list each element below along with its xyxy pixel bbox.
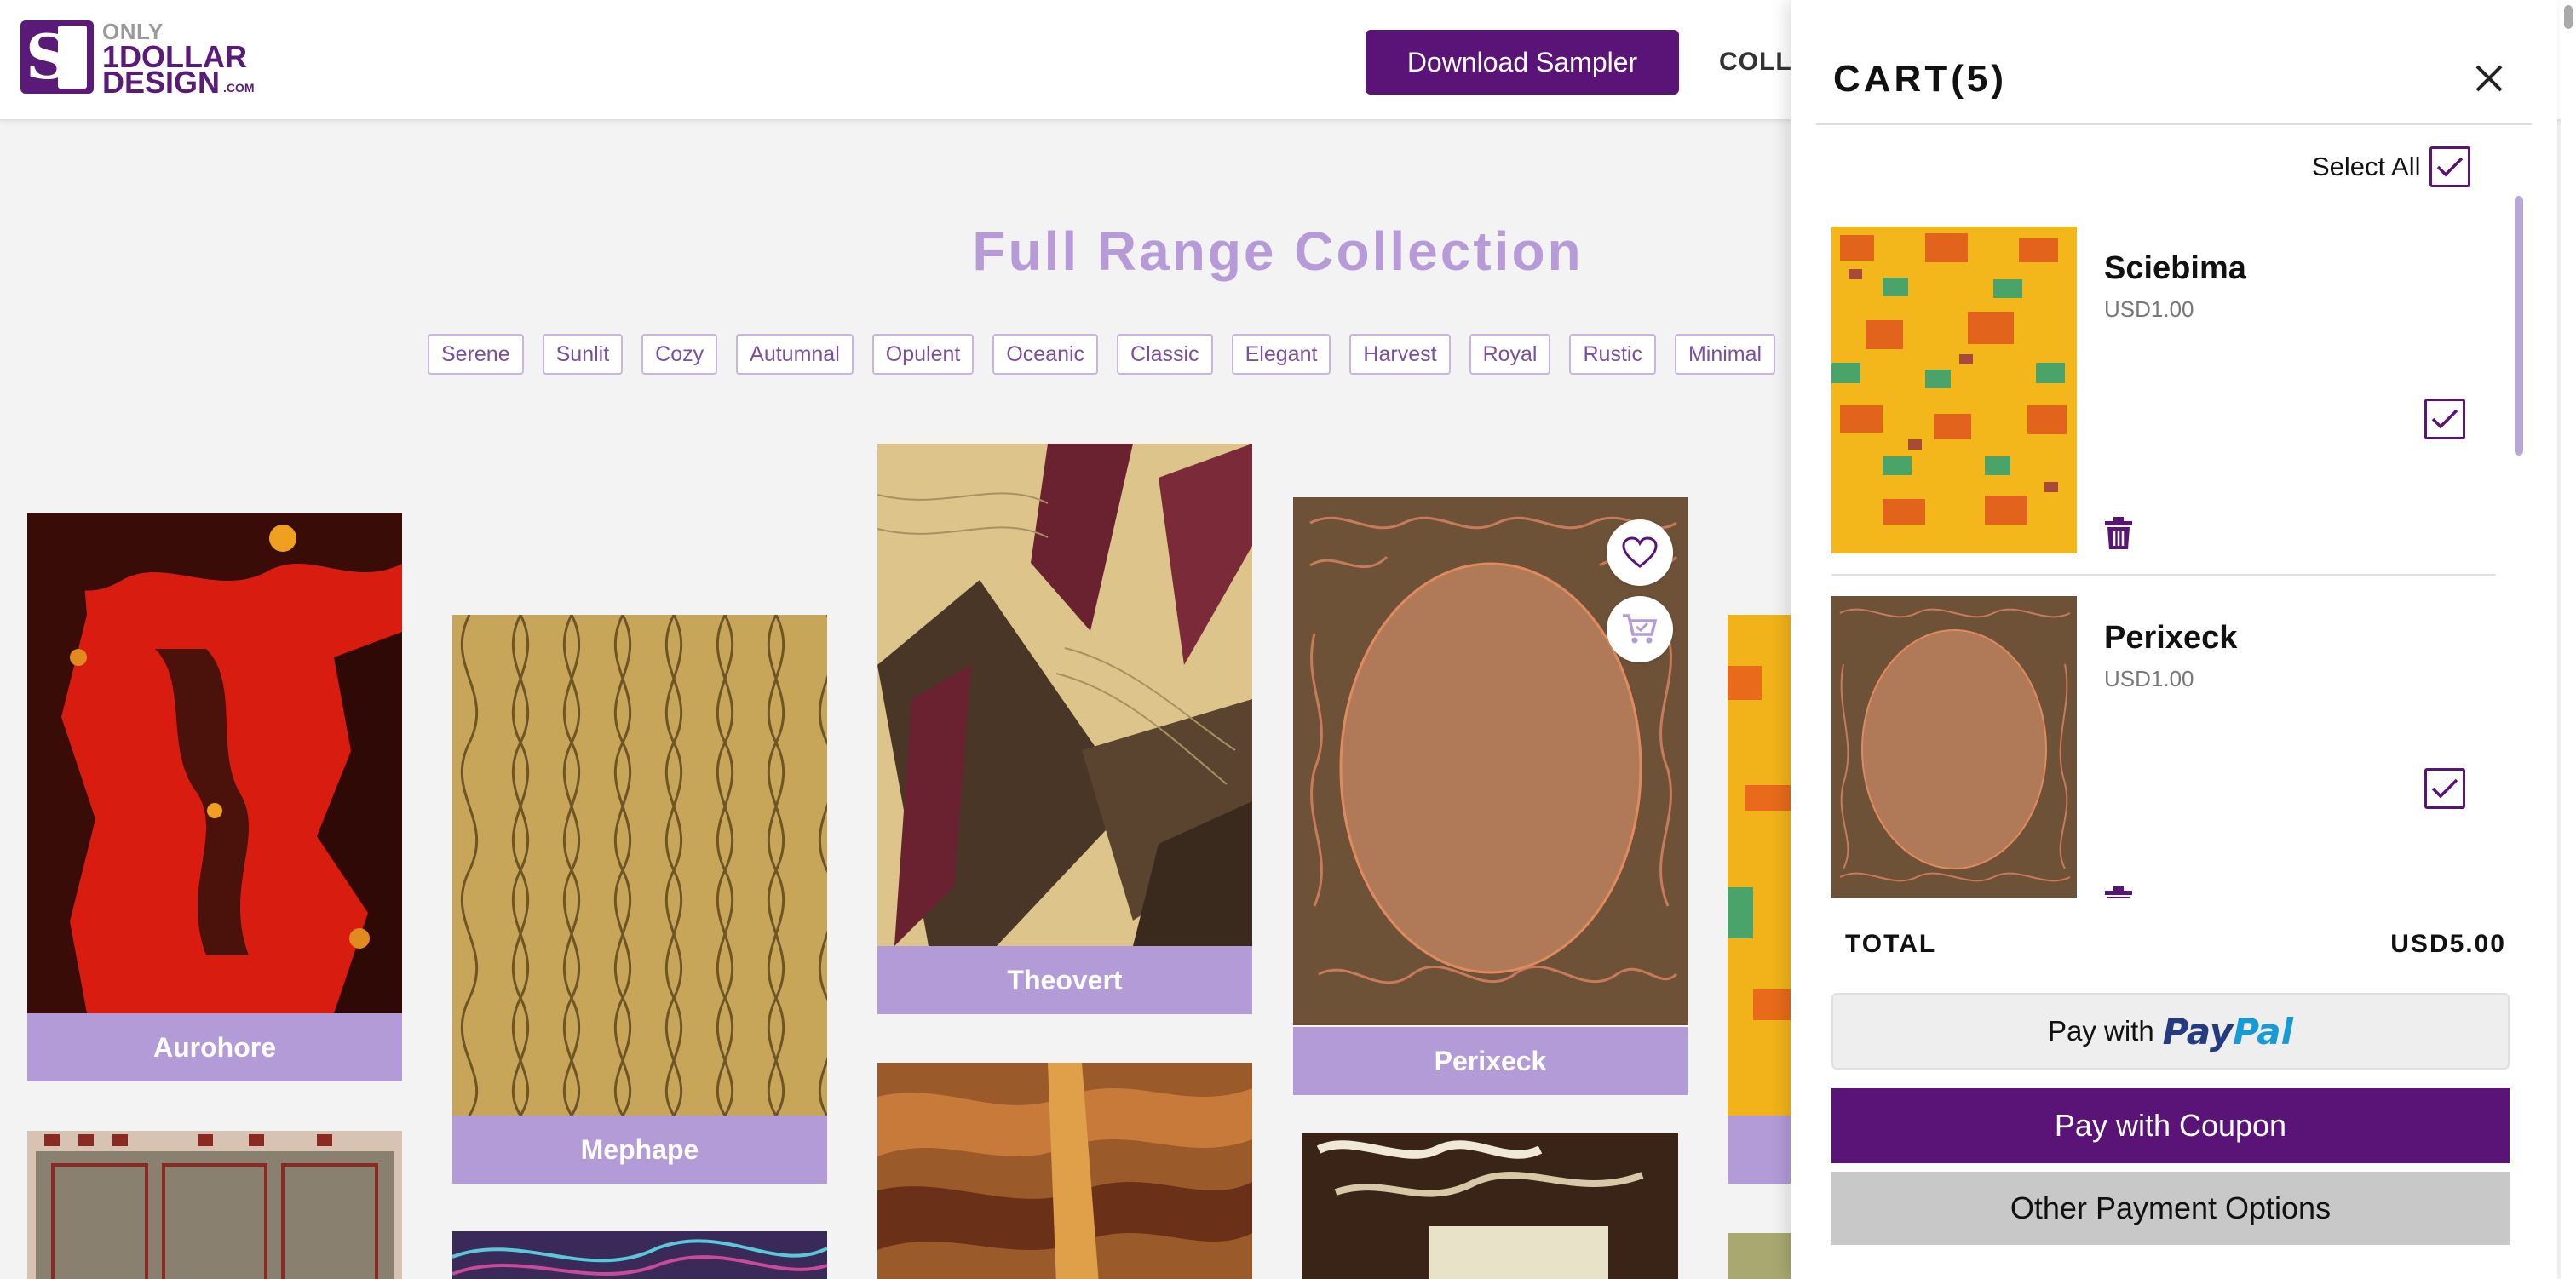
- cart-scrollbar-thumb[interactable]: [2515, 196, 2523, 456]
- cart-item-thumbnail[interactable]: [1831, 596, 2077, 898]
- product-card-row2-4[interactable]: [1302, 1133, 1678, 1279]
- tag-autumnal[interactable]: Autumnal: [736, 334, 854, 375]
- heart-icon: [1622, 536, 1658, 568]
- tag-filter-list: Serene Sunlit Cozy Autumnal Opulent Ocea…: [428, 334, 1776, 375]
- select-all-label: Select All: [2312, 152, 2421, 181]
- cart-item-price: USD1.00: [2104, 296, 2194, 322]
- logo-wordmark: ONLY 1DOLLAR DESIGN .COM: [102, 19, 255, 100]
- page-scrollbar-thumb[interactable]: [2564, 5, 2573, 29]
- product-name: Perixeck: [1293, 1027, 1688, 1095]
- download-sampler-button[interactable]: Download Sampler: [1366, 30, 1679, 95]
- checkmark-icon: [2436, 157, 2463, 177]
- favorite-button[interactable]: [1607, 519, 1673, 586]
- product-card-perixeck[interactable]: Perixeck: [1293, 497, 1688, 1095]
- product-card-theovert[interactable]: Theovert: [877, 444, 1252, 1014]
- product-card-partial[interactable]: [1728, 615, 1791, 1184]
- product-image-row2-2: [452, 1231, 827, 1279]
- trash-icon[interactable]: [2104, 516, 2133, 550]
- select-all-checkbox[interactable]: [2429, 146, 2470, 187]
- pay-with-paypal-button[interactable]: Pay with PayPal: [1831, 993, 2510, 1070]
- cart-item-name: Perixeck: [2104, 620, 2238, 656]
- logo-mark: S: [20, 20, 94, 94]
- nav-collections-link[interactable]: COLL: [1719, 48, 1792, 77]
- tag-serene[interactable]: Serene: [428, 334, 524, 375]
- cart-item: Perixeck USD1.00: [1831, 596, 2496, 898]
- tag-royal[interactable]: Royal: [1469, 334, 1551, 375]
- site-logo[interactable]: S ONLY 1DOLLAR DESIGN .COM: [20, 19, 255, 100]
- product-name: Theovert: [877, 946, 1252, 1014]
- other-payment-options-button[interactable]: Other Payment Options: [1831, 1172, 2510, 1245]
- tag-opulent[interactable]: Opulent: [871, 334, 975, 375]
- cart-item-list: Sciebima USD1.00 Perixeck USD1.00: [1831, 196, 2576, 898]
- cart-item-checkbox[interactable]: [2424, 399, 2465, 439]
- cart-item-name: Sciebima: [2104, 250, 2246, 286]
- cart-panel: CART(5) Select All Sciebima USD1.00 Peri…: [1791, 0, 2557, 1279]
- tag-classic[interactable]: Classic: [1117, 334, 1213, 375]
- product-image-aurohore: [27, 513, 402, 1013]
- product-card-row2-2[interactable]: [452, 1231, 827, 1279]
- product-image-partial: [1728, 615, 1791, 1116]
- pay-with-coupon-button[interactable]: Pay with Coupon: [1831, 1088, 2510, 1163]
- cart-total-row: TOTAL USD5.00: [1845, 930, 2506, 959]
- cart-item: Sciebima USD1.00: [1831, 227, 2496, 576]
- paypal-logo-part-2: Pal: [2233, 1010, 2294, 1052]
- logo-suffix: .COM: [223, 81, 255, 95]
- paypal-logo-part-1: Pay: [2162, 1010, 2234, 1052]
- cart-title: CART(5): [1833, 58, 2007, 100]
- select-all-control[interactable]: Select All: [2312, 146, 2470, 187]
- tag-sunlit[interactable]: Sunlit: [542, 334, 624, 375]
- tag-minimal[interactable]: Minimal: [1674, 334, 1776, 375]
- cart-item-separator: [1831, 574, 2496, 576]
- cart-item-price: USD1.00: [2104, 666, 2194, 691]
- add-to-cart-button[interactable]: [1607, 596, 1673, 662]
- product-image-row2-5: [1728, 1233, 1791, 1279]
- product-label-partial: [1728, 1116, 1791, 1184]
- cart-divider: [1816, 123, 2532, 125]
- product-card-row2-1[interactable]: [27, 1131, 402, 1279]
- cart-item-thumbnail[interactable]: [1831, 227, 2077, 553]
- paypal-logo: PayPal: [2163, 1011, 2293, 1052]
- product-card-mephape[interactable]: Mephape: [452, 615, 827, 1184]
- logo-line-3: DESIGN .COM: [102, 65, 255, 100]
- product-name: Aurohore: [27, 1013, 402, 1081]
- product-card-aurohore[interactable]: Aurohore: [27, 513, 402, 1081]
- cart-scrollbar[interactable]: [2513, 196, 2525, 898]
- tag-elegant[interactable]: Elegant: [1231, 334, 1331, 375]
- logo-one-bar: [58, 26, 87, 89]
- tag-oceanic[interactable]: Oceanic: [992, 334, 1099, 375]
- checkmark-icon: [2431, 409, 2458, 429]
- tag-cozy[interactable]: Cozy: [641, 334, 718, 375]
- checkmark-icon: [2431, 778, 2458, 799]
- tag-harvest[interactable]: Harvest: [1349, 334, 1451, 375]
- total-label: TOTAL: [1845, 930, 1937, 958]
- close-icon[interactable]: [2472, 61, 2506, 95]
- page-scrollbar[interactable]: [2561, 0, 2576, 1279]
- trash-icon[interactable]: [2104, 886, 2133, 898]
- product-image-mephape: [452, 615, 827, 1116]
- product-name: Mephape: [452, 1116, 827, 1184]
- cart-item-checkbox[interactable]: [2424, 768, 2465, 809]
- product-card-row2-3[interactable]: [877, 1063, 1252, 1279]
- product-image-theovert: [877, 444, 1252, 946]
- logo-line-3-text: DESIGN: [102, 65, 221, 100]
- product-card-row2-5[interactable]: [1728, 1233, 1791, 1279]
- product-image-row2-4: [1302, 1133, 1678, 1279]
- cart-icon: [1623, 614, 1658, 644]
- paypal-button-prefix: Pay with: [2047, 1015, 2154, 1047]
- product-image-row2-3: [877, 1063, 1252, 1279]
- product-image-row2-1: [27, 1131, 402, 1279]
- total-value: USD5.00: [2390, 930, 2506, 958]
- tag-rustic[interactable]: Rustic: [1569, 334, 1656, 375]
